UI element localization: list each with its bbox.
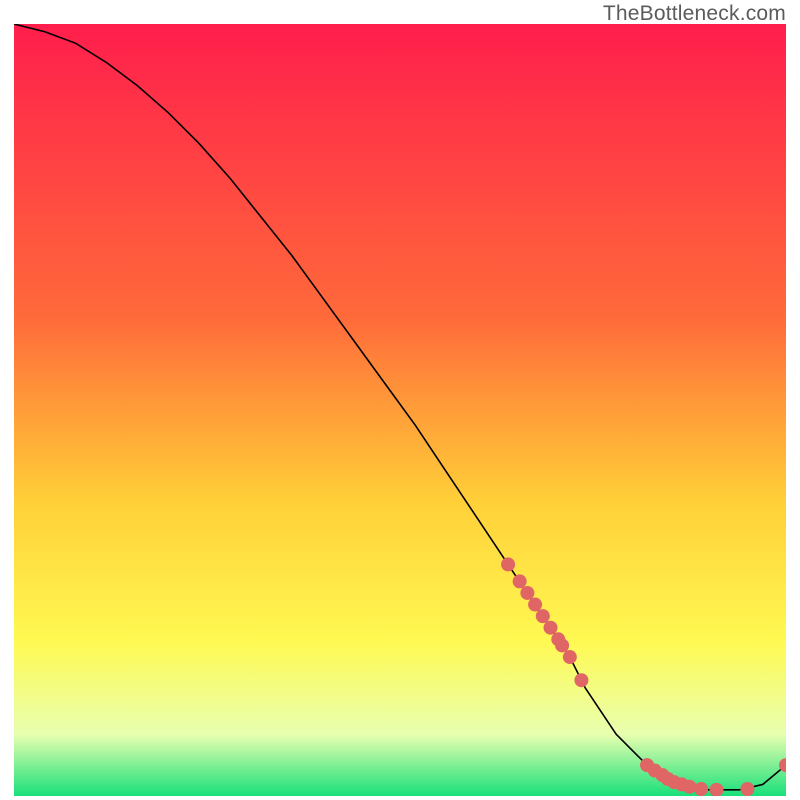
chart-stage: TheBottleneck.com [0, 0, 800, 800]
data-marker [544, 621, 558, 635]
data-marker [740, 782, 754, 796]
data-marker [555, 638, 569, 652]
data-marker [682, 780, 696, 794]
data-marker [694, 782, 708, 796]
watermark-text: TheBottleneck.com [603, 2, 786, 26]
data-marker [563, 650, 577, 664]
data-marker [520, 586, 534, 600]
data-marker [528, 598, 542, 612]
gradient-background [14, 24, 786, 796]
data-marker [536, 609, 550, 623]
data-marker [501, 557, 515, 571]
data-marker [513, 574, 527, 588]
bottleneck-plot [14, 24, 786, 796]
data-marker [574, 673, 588, 687]
